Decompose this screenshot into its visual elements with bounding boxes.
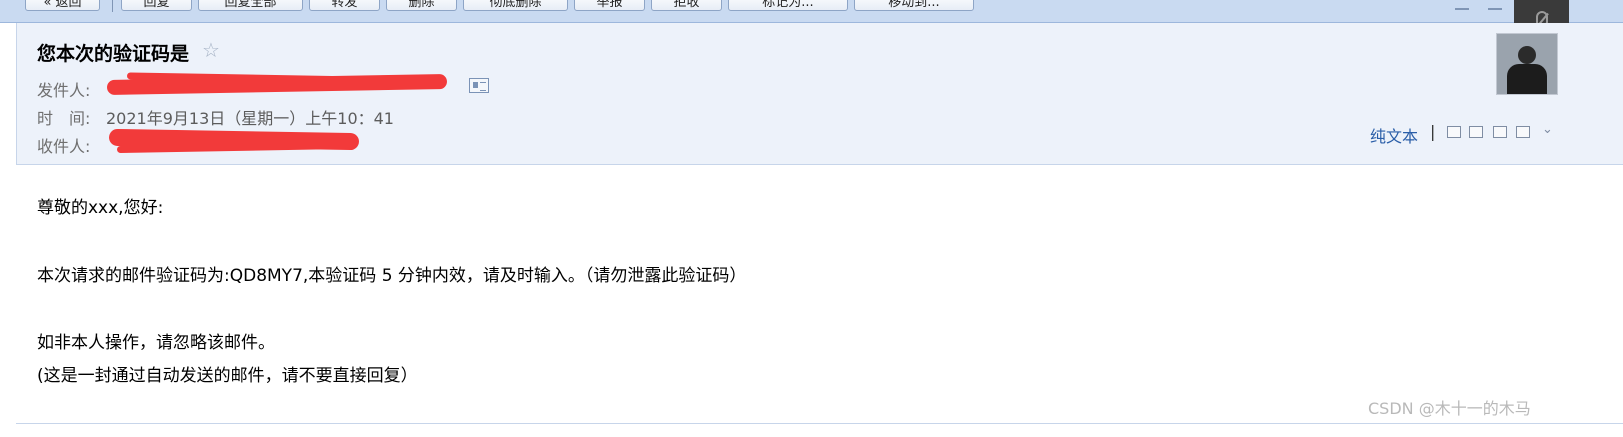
back-button[interactable]: « 返回 (25, 0, 100, 11)
new-window-icon[interactable] (1447, 126, 1461, 138)
plain-text-link[interactable]: 纯文本 (1370, 123, 1418, 147)
time-label: 时 间: (37, 109, 91, 128)
recipient-label: 收件人: (37, 137, 91, 156)
move-to-button[interactable]: 移动到... (854, 0, 974, 11)
note-icon[interactable] (1469, 126, 1483, 138)
print-icon[interactable] (1516, 126, 1530, 138)
reject-button[interactable]: 拒收 (651, 0, 722, 11)
mail-body-line1: 本次请求的邮件验证码为:QD8MY7,本验证码 5 分钟内效，请及时输入。（请勿… (37, 266, 747, 286)
mail-header: 您本次的验证码是 ☆ 发件人: 时 间: 2021年9月13日（星期一）上午10… (16, 23, 1623, 165)
reply-all-button[interactable]: 回复全部 (198, 0, 303, 11)
time-value: 2021年9月13日（星期一）上午10：41 (106, 109, 394, 128)
sender-label: 发件人: (37, 81, 91, 100)
contact-card-icon[interactable] (469, 78, 489, 93)
mail-subject: 您本次的验证码是 (37, 43, 190, 65)
save-icon[interactable] (1493, 126, 1507, 138)
mail-greeting: 尊敬的xxx,您好: (37, 198, 164, 218)
permanent-delete-button[interactable]: 彻底删除 (463, 0, 568, 11)
forward-button[interactable]: 转发 (309, 0, 380, 11)
divider: | (1430, 122, 1436, 141)
reply-button[interactable]: 回复 (121, 0, 192, 11)
report-button[interactable]: 举报 (574, 0, 645, 11)
toolbar: « 返回 回复 回复全部 转发 删除 彻底删除 举报 拒收 标记为... 移动到… (0, 0, 1623, 23)
prev-mail-icon[interactable] (1455, 0, 1469, 10)
chevron-down-icon[interactable]: ⌄ (1542, 122, 1553, 137)
mark-as-button[interactable]: 标记为... (728, 0, 848, 11)
star-icon[interactable]: ☆ (202, 38, 220, 62)
watermark: CSDN @木十一的木马 (1368, 399, 1531, 418)
next-mail-icon[interactable] (1488, 0, 1502, 10)
mail-body-line3: (这是一封通过自动发送的邮件，请不要直接回复） (37, 366, 418, 386)
content-bottom-border (16, 423, 1623, 424)
avatar-body (1507, 64, 1547, 94)
toolbar-separator (112, 0, 113, 12)
mail-body-line2: 如非本人操作，请忽略该邮件。 (37, 333, 275, 353)
delete-button[interactable]: 删除 (386, 0, 457, 11)
avatar-head (1518, 46, 1536, 64)
avatar[interactable] (1496, 33, 1558, 95)
